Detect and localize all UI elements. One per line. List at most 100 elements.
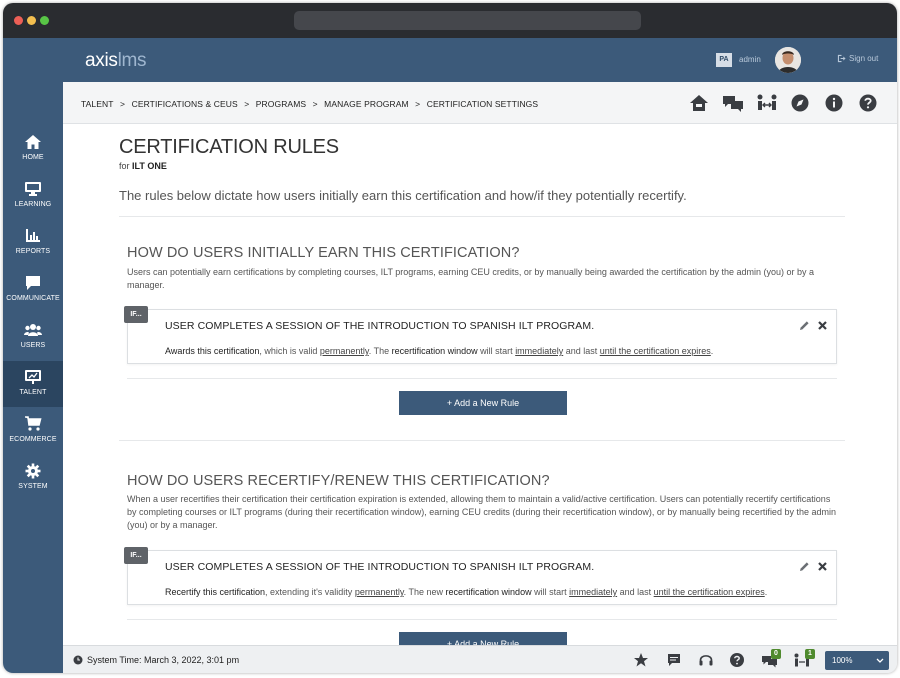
section-initial-earn-desc: Users can potentially earn certification… <box>127 267 814 290</box>
feedback-button[interactable] <box>666 652 682 668</box>
connections-icon <box>757 94 777 110</box>
rule-text: . <box>764 587 768 597</box>
edit-rule-button[interactable] <box>799 559 810 577</box>
edit-rule-button[interactable] <box>799 318 810 336</box>
dashboard-home-button[interactable] <box>689 93 709 113</box>
browser-window: HOME LEARNING REPORTS COMMUNICATE USERS … <box>3 3 897 673</box>
avatar[interactable] <box>775 47 801 73</box>
clock-icon <box>73 655 83 665</box>
recertify-rule-card[interactable]: IF... USER COMPLETES A SESSION OF THE IN… <box>124 547 837 605</box>
breadcrumb-certifications[interactable]: CERTIFICATIONS & CEUS <box>132 99 238 109</box>
logo-text-light: lms <box>117 50 147 71</box>
status-bar: System Time: March 3, 2022, 3:01 pm 0 1 … <box>63 645 897 673</box>
window-start-link[interactable]: immediately <box>569 587 617 597</box>
delete-rule-button[interactable] <box>817 318 828 336</box>
validity-link[interactable]: permanently <box>320 346 369 356</box>
breadcrumb-programs[interactable]: PROGRAMS <box>256 99 306 109</box>
add-recertify-rule-button[interactable]: + Add a New Rule <box>399 632 567 645</box>
section-recertify-desc: When a user recertifies their certificat… <box>127 494 836 530</box>
if-tag: IF... <box>124 306 148 323</box>
zoom-select[interactable]: 100% <box>825 651 889 670</box>
divider <box>127 378 837 379</box>
rule-detail: Recertify this certification, extending … <box>165 587 767 597</box>
title-bar <box>3 3 897 38</box>
breadcrumb-separator: > <box>312 99 318 109</box>
sidebar-item-label: SYSTEM <box>18 483 48 490</box>
sidebar-item-label: USERS <box>20 342 46 349</box>
divider <box>119 440 845 441</box>
breadcrumb-bar: TALENT > CERTIFICATIONS & CEUS > PROGRAM… <box>63 82 897 124</box>
sidebar-item-label: HOME <box>22 154 44 161</box>
sidebar-item-label: TALENT <box>19 389 47 396</box>
messages-button[interactable] <box>722 93 743 113</box>
sidebar-item-label: COMMUNICATE <box>6 295 60 302</box>
chat-icon <box>26 276 40 290</box>
connections-button[interactable] <box>756 93 777 113</box>
breadcrumb-current: CERTIFICATION SETTINGS <box>426 99 539 109</box>
sidebar-item-learning[interactable]: LEARNING <box>3 173 63 219</box>
compass-icon <box>791 94 809 112</box>
sidebar-item-home[interactable]: HOME <box>3 126 63 172</box>
sidebar-item-reports[interactable]: REPORTS <box>3 220 63 266</box>
monitor-icon <box>25 182 41 196</box>
help-button[interactable] <box>858 93 878 113</box>
pencil-icon <box>800 321 809 330</box>
divider <box>119 216 845 217</box>
sign-out-link[interactable]: Sign out <box>837 54 878 63</box>
breadcrumb-manage-program[interactable]: MANAGE PROGRAM <box>324 99 409 109</box>
chat-status-button[interactable]: 0 <box>761 649 781 668</box>
sidebar-item-ecommerce[interactable]: ECOMMERCE <box>3 408 63 454</box>
sidebar-item-label: ECOMMERCE <box>9 436 57 443</box>
question-icon <box>859 94 877 112</box>
breadcrumb-talent[interactable]: TALENT <box>81 99 114 109</box>
initial-rule-card[interactable]: IF... USER COMPLETES A SESSION OF THE IN… <box>124 306 837 364</box>
breadcrumb-separator: > <box>120 99 126 109</box>
zoom-value: 100% <box>832 656 853 665</box>
program-name: ILT ONE <box>132 161 167 171</box>
user-name[interactable]: admin <box>739 55 761 64</box>
rule-action: Recertify this certification <box>165 587 266 597</box>
sidebar-item-system[interactable]: SYSTEM <box>3 455 63 501</box>
support-button[interactable] <box>698 652 714 668</box>
close-icon <box>818 562 827 571</box>
info-icon <box>825 94 843 112</box>
info-button[interactable] <box>824 93 844 113</box>
validity-link[interactable]: permanently <box>355 587 404 597</box>
sidebar-item-talent[interactable]: TALENT <box>3 361 63 407</box>
rule-detail: Awards this certification, which is vali… <box>165 346 713 356</box>
app-logo[interactable]: axislms <box>85 50 147 72</box>
breadcrumb: TALENT > CERTIFICATIONS & CEUS > PROGRAM… <box>81 99 542 109</box>
rule-text: will start <box>531 587 570 597</box>
rule-text: , extending it's validity <box>265 587 355 597</box>
rule-text: . The <box>368 346 392 356</box>
add-initial-rule-button[interactable]: + Add a New Rule <box>399 391 567 415</box>
rule-text: . <box>710 346 714 356</box>
rule-text: , which is valid <box>259 346 320 356</box>
window-start-link[interactable]: immediately <box>515 346 563 356</box>
delete-rule-button[interactable] <box>817 559 828 577</box>
rule-title: USER COMPLETES A SESSION OF THE INTRODUC… <box>165 320 595 332</box>
window-end-link[interactable]: until the certification expires <box>600 346 711 356</box>
sign-out-label: Sign out <box>849 54 879 63</box>
section-recertify-title: HOW DO USERS RECERTIFY/RENEW THIS CERTIF… <box>127 473 550 489</box>
connections-status-button[interactable]: 1 <box>793 649 815 668</box>
comment-icon <box>668 654 680 666</box>
main-sidebar: HOME LEARNING REPORTS COMMUNICATE USERS … <box>3 38 63 673</box>
connections-badge: 1 <box>805 649 815 659</box>
sidebar-item-users[interactable]: USERS <box>3 314 63 360</box>
messages-icon <box>723 96 743 112</box>
minimize-window-button[interactable] <box>27 16 36 25</box>
page-title: CERTIFICATION RULES <box>119 136 339 158</box>
user-initials-badge[interactable]: PA <box>716 53 732 67</box>
maximize-window-button[interactable] <box>40 16 49 25</box>
address-bar[interactable] <box>294 11 641 30</box>
sidebar-item-communicate[interactable]: COMMUNICATE <box>3 267 63 313</box>
help-status-button[interactable] <box>729 652 745 668</box>
window-end-link[interactable]: until the certification expires <box>654 587 765 597</box>
user-photo-icon <box>775 47 801 73</box>
rule-title: USER COMPLETES A SESSION OF THE INTRODUC… <box>165 561 595 573</box>
explore-button[interactable] <box>790 93 810 113</box>
favorites-button[interactable] <box>633 652 649 668</box>
close-window-button[interactable] <box>14 16 23 25</box>
page-subtitle: for ILT ONE <box>119 161 167 171</box>
